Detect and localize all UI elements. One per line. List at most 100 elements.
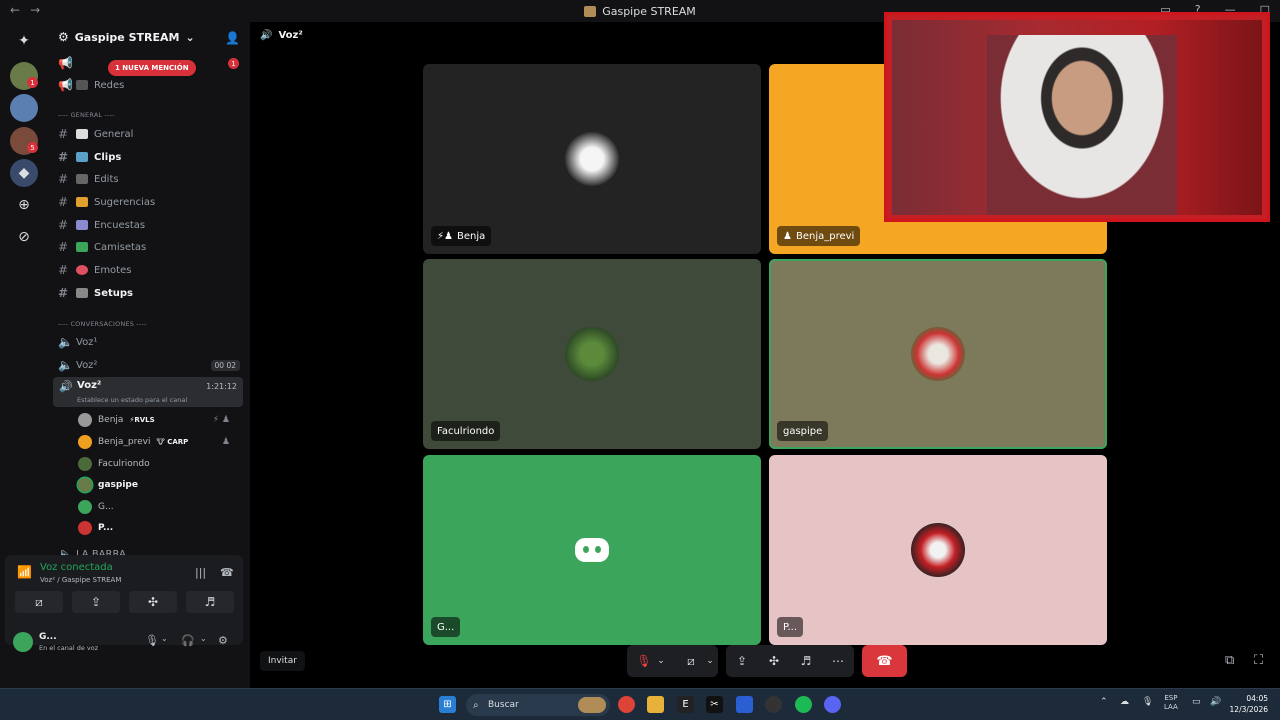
- channel-redes[interactable]: 📢 Redes: [58, 75, 244, 95]
- network-tray-icon[interactable]: ☁: [1120, 697, 1129, 707]
- volume-tray-icon[interactable]: 🔊: [1210, 697, 1221, 707]
- avatar: [78, 521, 92, 535]
- voice-user[interactable]: gaspipe: [78, 476, 238, 494]
- participant-tile[interactable]: ⚡♟ Benja: [423, 64, 761, 254]
- new-mention-pill[interactable]: 1 NUEVA MENCIÓN: [108, 60, 196, 76]
- invite-people-icon[interactable]: 👤: [225, 31, 240, 45]
- channel-encuestas[interactable]: # Encuestas: [58, 215, 244, 235]
- headphones-icon[interactable]: 🎧: [181, 634, 195, 647]
- microphone-icon[interactable]: 🎙: [145, 634, 159, 647]
- channel-label: Camisetas: [94, 241, 147, 253]
- microphone-tray-icon[interactable]: 🎙: [1142, 697, 1153, 707]
- voice-channel-2[interactable]: 🔈 Voz² 00 02: [58, 355, 244, 375]
- media-controls: 🎙 ⌄ ⧄ ⌄: [627, 645, 718, 677]
- add-server-icon[interactable]: ⊕: [10, 191, 38, 219]
- activities-icon[interactable]: ✣: [758, 654, 790, 668]
- category-conversaciones[interactable]: ---- CONVERSACIONES ----: [58, 320, 147, 328]
- participant-name: Faculriondo: [437, 425, 495, 437]
- voice-channel-active[interactable]: 🔊 Voz² 1:21:12 Establece un estado para …: [53, 377, 243, 407]
- hash-icon: #: [58, 240, 69, 254]
- more-options-icon[interactable]: ⋯: [822, 654, 854, 668]
- capcut-icon[interactable]: ✂: [706, 696, 723, 713]
- app-icon[interactable]: [736, 696, 753, 713]
- share-screen-icon[interactable]: ⇪: [726, 654, 758, 668]
- voice-channel-1[interactable]: 🔈 Voz¹: [58, 332, 244, 352]
- channel-sugerencias[interactable]: # Sugerencias: [58, 192, 244, 212]
- hash-icon: #: [58, 263, 69, 277]
- settings-gear-icon[interactable]: ⚙: [218, 634, 228, 647]
- activities-button[interactable]: ✣: [129, 591, 177, 613]
- chevron-down-icon[interactable]: ⌄: [655, 656, 667, 666]
- file-explorer-icon[interactable]: [647, 696, 664, 713]
- chevron-down-icon[interactable]: ⌄: [200, 634, 207, 643]
- channel-status-prompt[interactable]: Establece un estado para el canal: [77, 396, 187, 404]
- forward-arrow-icon[interactable]: →: [30, 3, 40, 17]
- chrome-icon[interactable]: [618, 696, 635, 713]
- unread-badge: 5: [27, 142, 38, 153]
- connection-status[interactable]: Voz conectada: [40, 562, 113, 573]
- language-indicator[interactable]: ESP LAA: [1164, 694, 1178, 712]
- search-placeholder: Buscar: [488, 700, 519, 710]
- channel-label: Voz²: [77, 380, 102, 391]
- spotify-icon[interactable]: [795, 696, 812, 713]
- channel-general[interactable]: # General: [58, 124, 244, 144]
- noise-suppression-icon[interactable]: |||: [195, 566, 206, 579]
- voice-user[interactable]: Benja ⚡RVLS ⚡ ♟: [78, 411, 238, 429]
- soundboard-button[interactable]: ♬: [186, 591, 234, 613]
- soundboard-icon[interactable]: ♬: [790, 654, 822, 668]
- participant-tile[interactable]: P...: [769, 455, 1107, 645]
- channel-setups[interactable]: # Setups: [58, 283, 244, 303]
- channel-camisetas[interactable]: # Camisetas: [58, 237, 244, 257]
- discord-home-icon[interactable]: ✦: [10, 27, 38, 55]
- camera-off-button[interactable]: ⧄: [15, 591, 63, 613]
- monitor-tray-icon[interactable]: ▭: [1192, 697, 1201, 707]
- chevron-down-icon: ⌄: [185, 30, 195, 44]
- signal-icon[interactable]: 📶: [17, 565, 32, 579]
- invite-button[interactable]: Invitar: [260, 651, 305, 671]
- share-screen-button[interactable]: ⇪: [72, 591, 120, 613]
- popout-icon[interactable]: ⧉: [1225, 653, 1234, 668]
- chevron-down-icon[interactable]: ⌄: [161, 634, 168, 643]
- taskbar-search[interactable]: ⌕ Buscar: [466, 694, 610, 716]
- channel-label: General: [94, 128, 134, 140]
- server-icon-2[interactable]: [10, 94, 38, 122]
- avatar[interactable]: [13, 632, 33, 652]
- server-header[interactable]: ⚙ Gaspipe STREAM ⌄: [58, 30, 195, 44]
- voice-user[interactable]: P...: [78, 519, 238, 537]
- voice-user[interactable]: Benja_previ 🐮 CARP ♟: [78, 433, 238, 451]
- avatar: [78, 457, 92, 471]
- epic-games-icon[interactable]: E: [677, 696, 694, 713]
- back-arrow-icon[interactable]: ←: [10, 3, 20, 17]
- participant-name: Benja: [457, 230, 486, 242]
- camera-off-icon[interactable]: ⧄: [677, 654, 705, 669]
- participant-tile[interactable]: Faculriondo: [423, 259, 761, 449]
- hash-icon: #: [58, 172, 69, 186]
- category-general[interactable]: ---- GENERAL ----: [58, 111, 115, 119]
- server-icon-4[interactable]: ◆: [10, 159, 38, 187]
- channel-emotes[interactable]: # Emotes: [58, 260, 244, 280]
- discover-icon[interactable]: ⊘: [10, 223, 38, 251]
- discord-icon[interactable]: [824, 696, 841, 713]
- voice-user[interactable]: G...: [78, 498, 238, 516]
- participant-label: P...: [777, 617, 804, 637]
- participant-tile[interactable]: gaspipe: [769, 259, 1107, 449]
- channel-edits[interactable]: # Edits: [58, 169, 244, 189]
- avatar: [565, 132, 619, 186]
- stage-header: 🔊 Voz²: [260, 30, 303, 41]
- participant-tile[interactable]: G...: [423, 455, 761, 645]
- windows-start-icon[interactable]: ⊞: [439, 696, 456, 713]
- tray-chevron-icon[interactable]: ⌃: [1100, 697, 1108, 707]
- channel-clips[interactable]: # Clips: [58, 147, 244, 167]
- voice-user[interactable]: Faculriondo: [78, 455, 238, 473]
- taskbar-clock[interactable]: 04:05 12/3/2026: [1230, 693, 1268, 715]
- mic-muted-icon[interactable]: 🎙: [633, 654, 655, 668]
- participant-label: gaspipe: [777, 421, 829, 441]
- disconnect-call-button[interactable]: ☎: [862, 645, 907, 677]
- hash-icon: #: [58, 150, 69, 164]
- fullscreen-icon[interactable]: ⛶: [1254, 653, 1263, 668]
- obs-icon[interactable]: [765, 696, 782, 713]
- chevron-down-icon[interactable]: ⌄: [705, 656, 715, 666]
- avatar: [565, 327, 619, 381]
- chart-emoji-icon: [76, 220, 88, 230]
- disconnect-icon[interactable]: ☎: [220, 566, 234, 579]
